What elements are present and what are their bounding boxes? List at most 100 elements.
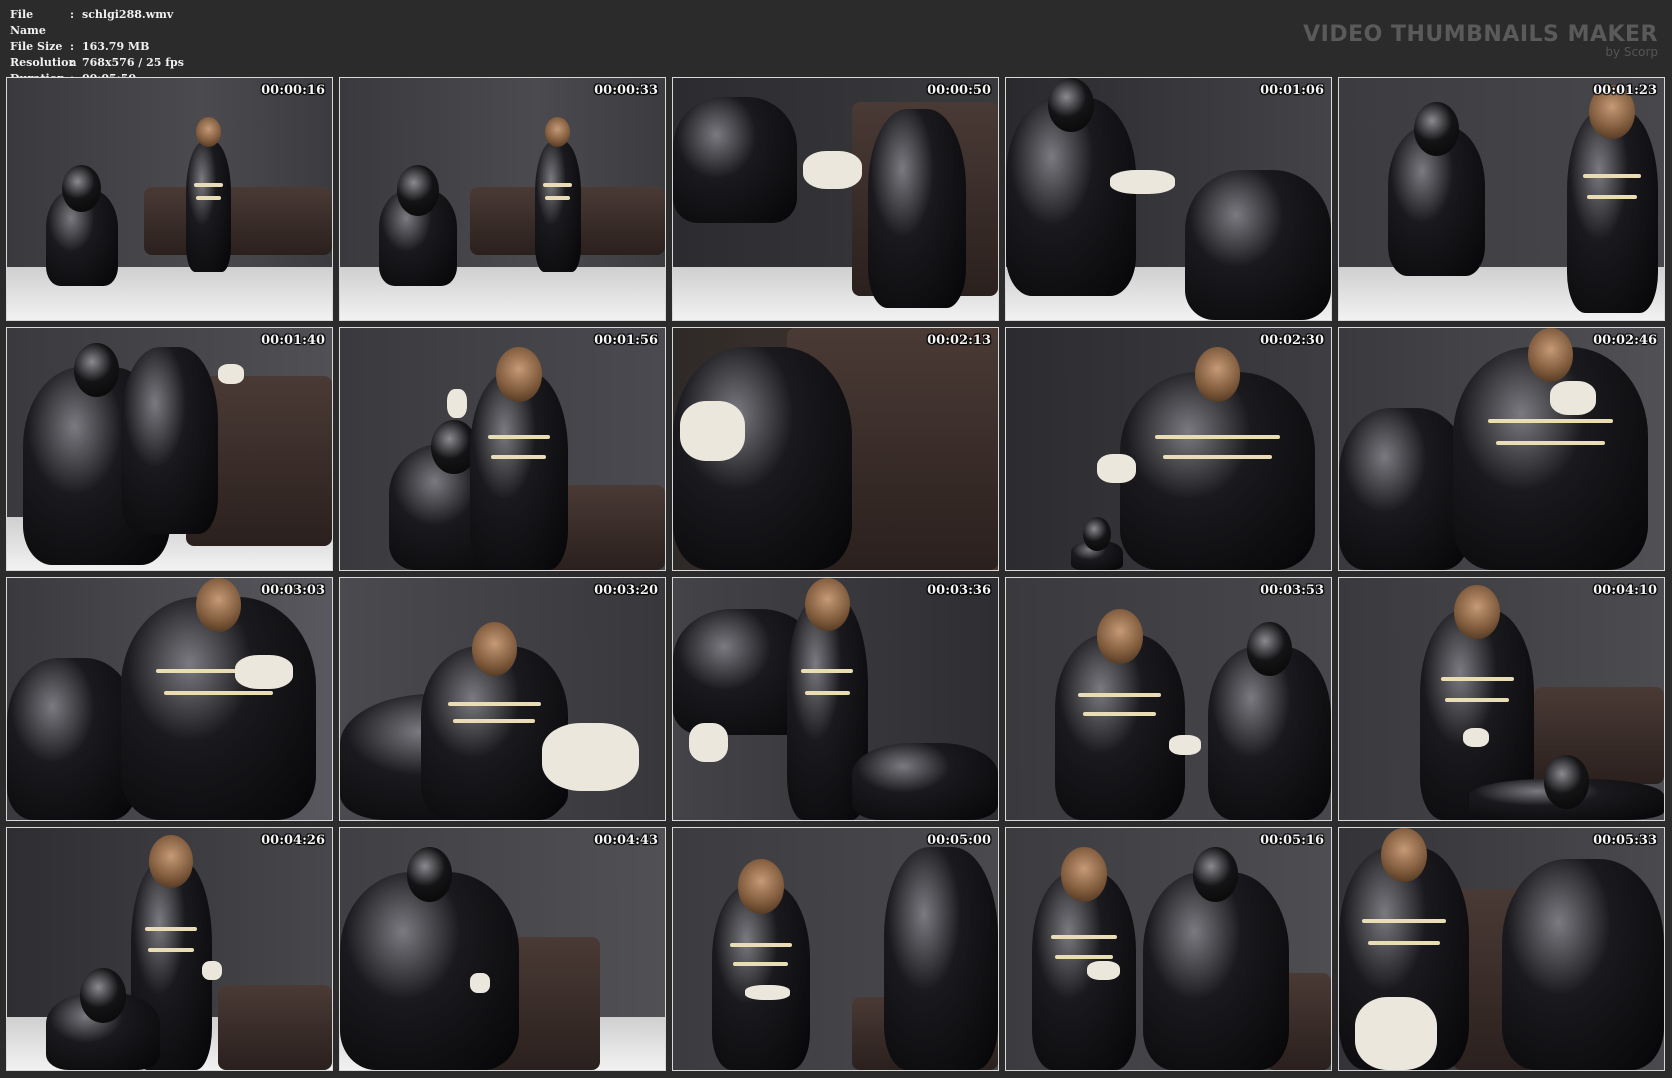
thumbnail-16[interactable]: 00:04:26 — [6, 827, 333, 1071]
thumbnail-timestamp: 00:05:16 — [1260, 833, 1324, 848]
thumbnail-timestamp: 00:01:23 — [1593, 83, 1657, 98]
woman-head — [805, 578, 850, 632]
white-glove — [1462, 728, 1489, 748]
corset-stripe — [148, 947, 194, 952]
thumbnail-timestamp: 00:03:03 — [261, 583, 325, 598]
thumbnail-frame-image — [7, 328, 332, 570]
thumbnail-frame-image — [340, 578, 665, 820]
brand-subtitle: by Scorp — [1605, 45, 1658, 59]
corset-stripe — [1495, 440, 1605, 445]
thumbnail-timestamp: 00:01:06 — [1260, 83, 1324, 98]
thumbnail-11[interactable]: 00:03:03 — [6, 577, 333, 821]
figure — [1501, 859, 1664, 1070]
corset-stripe — [1154, 435, 1280, 440]
white-glove — [1168, 735, 1201, 755]
thumbnail-frame-image — [1339, 578, 1664, 820]
corset-stripe — [1445, 697, 1509, 702]
thumbnail-frame-image — [340, 828, 665, 1070]
figure — [1184, 169, 1331, 320]
thumbnail-timestamp: 00:03:53 — [1260, 583, 1324, 598]
woman-head — [1454, 585, 1500, 640]
thumbnail-frame-image — [1339, 328, 1664, 570]
resolution-row: Resolution : 768x576 / 25 fps — [10, 55, 184, 71]
thumbnail-15[interactable]: 00:04:10 — [1338, 577, 1665, 821]
corset-stripe — [195, 195, 222, 200]
figure — [851, 742, 998, 820]
thumbnail-frame-image — [673, 78, 998, 320]
file-name-row: File Name : schlgi288.wmv — [10, 7, 184, 39]
thumbnail-frame-image — [7, 578, 332, 820]
thumbnail-frame-image — [1006, 328, 1331, 570]
figure — [868, 109, 966, 308]
thumbnail-10[interactable]: 00:02:46 — [1338, 327, 1665, 571]
corset-stripe — [193, 182, 224, 187]
hooded-head — [1246, 621, 1292, 676]
corset-stripe — [1162, 454, 1272, 459]
woman-head — [1061, 847, 1107, 902]
thumbnail-5[interactable]: 00:01:23 — [1338, 77, 1665, 321]
thumbnail-frame-image — [7, 828, 332, 1070]
white-glove — [1550, 381, 1596, 416]
thumbnail-13[interactable]: 00:03:36 — [672, 577, 999, 821]
corset-stripe — [543, 182, 573, 187]
file-name-label: File Name — [10, 8, 46, 37]
thumbnail-20[interactable]: 00:05:33 — [1338, 827, 1665, 1071]
woman-head — [471, 621, 518, 676]
white-glove — [1355, 997, 1437, 1070]
woman-head — [1527, 328, 1573, 383]
thumbnail-3[interactable]: 00:00:50 — [672, 77, 999, 321]
thumbnail-timestamp: 00:00:50 — [927, 83, 991, 98]
thumbnail-14[interactable]: 00:03:53 — [1005, 577, 1332, 821]
thumbnail-8[interactable]: 00:02:13 — [672, 327, 999, 571]
thumbnail-frame-image — [7, 78, 332, 320]
thumbnail-timestamp: 00:02:13 — [927, 333, 991, 348]
corset-stripe — [1487, 418, 1613, 423]
thumbnail-12[interactable]: 00:03:20 — [339, 577, 666, 821]
thumbnail-9[interactable]: 00:02:30 — [1005, 327, 1332, 571]
woman-head — [1097, 609, 1143, 664]
white-glove — [744, 985, 790, 1000]
hooded-head — [1048, 78, 1094, 133]
thumbnail-frame-image — [340, 328, 665, 570]
corset-stripe — [447, 701, 542, 706]
white-glove — [1097, 453, 1136, 483]
hooded-head — [406, 847, 453, 902]
thumbnail-4[interactable]: 00:01:06 — [1005, 77, 1332, 321]
thumbnail-2[interactable]: 00:00:33 — [339, 77, 666, 321]
thumbnail-6[interactable]: 00:01:40 — [6, 327, 333, 571]
thumbnail-timestamp: 00:00:16 — [261, 83, 325, 98]
white-glove — [1110, 169, 1175, 195]
corset-stripe — [1362, 918, 1446, 923]
white-glove — [447, 388, 467, 418]
resolution-value: 768x576 / 25 fps — [82, 56, 184, 69]
thumbnail-frame-image — [1006, 78, 1331, 320]
thumbnail-frame-image — [1339, 78, 1664, 320]
hooded-head — [62, 165, 102, 212]
thumbnail-timestamp: 00:04:10 — [1593, 583, 1657, 598]
thumbnail-frame-image — [673, 328, 998, 570]
corset-stripe — [729, 943, 792, 948]
corset-stripe — [1083, 711, 1157, 716]
resolution-label: Resolution — [10, 56, 77, 69]
thumbnail-17[interactable]: 00:04:43 — [339, 827, 666, 1071]
thumbnail-timestamp: 00:03:20 — [594, 583, 658, 598]
white-glove — [470, 973, 490, 993]
thumbnail-19[interactable]: 00:05:16 — [1005, 827, 1332, 1071]
thumbnail-18[interactable]: 00:05:00 — [672, 827, 999, 1071]
corset-stripe — [1586, 194, 1638, 199]
woman-head — [195, 116, 221, 147]
corset-stripe — [487, 435, 550, 440]
thumbnail-grid: 00:00:16 00:00:33 00:00:50 00:01:06 00:01:23… — [6, 77, 1665, 1071]
separator: : — [70, 40, 75, 53]
white-glove — [803, 150, 862, 190]
woman-head — [545, 116, 571, 147]
thumbnail-timestamp: 00:05:00 — [927, 833, 991, 848]
thumbnail-7[interactable]: 00:01:56 — [339, 327, 666, 571]
file-name-value: schlgi288.wmv — [82, 8, 174, 21]
file-size-value: 163.79 MB — [82, 40, 150, 53]
thumbnail-frame-image — [673, 578, 998, 820]
thumbnail-frame-image — [340, 78, 665, 320]
thumbnail-1[interactable]: 00:00:16 — [6, 77, 333, 321]
thumbnail-timestamp: 00:00:33 — [594, 83, 658, 98]
corset-stripe — [1440, 676, 1514, 681]
